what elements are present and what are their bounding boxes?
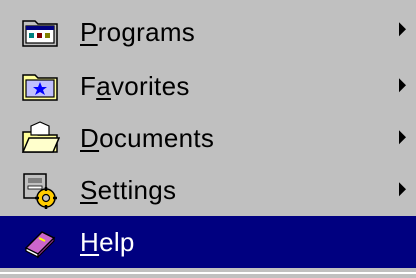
menu-item-help[interactable]: Help	[0, 216, 416, 268]
submenu-arrow-icon	[399, 130, 406, 145]
submenu-arrow-icon	[399, 22, 406, 37]
menu-item-documents[interactable]: Documents	[0, 112, 416, 164]
help-book-icon	[0, 216, 80, 268]
menu-item-programs[interactable]: Programs	[0, 0, 416, 60]
menu-item-settings-label: Settings	[80, 174, 177, 205]
start-menu: Programs Favorites Documents Settings He…	[0, 0, 416, 278]
favorites-folder-icon	[0, 60, 80, 112]
menu-item-documents-label: Documents	[80, 122, 215, 153]
menu-item-favorites[interactable]: Favorites	[0, 60, 416, 112]
menu-item-favorites-label: Favorites	[80, 70, 190, 101]
submenu-arrow-icon	[399, 182, 406, 197]
settings-icon	[0, 164, 80, 216]
programs-folder-icon	[0, 4, 80, 60]
documents-folder-icon	[0, 112, 80, 164]
menu-item-programs-label: Programs	[80, 16, 196, 47]
menu-item-help-label: Help	[80, 226, 135, 257]
submenu-arrow-icon	[399, 78, 406, 93]
menu-bottom-edge	[0, 272, 416, 278]
menu-item-settings[interactable]: Settings	[0, 164, 416, 216]
